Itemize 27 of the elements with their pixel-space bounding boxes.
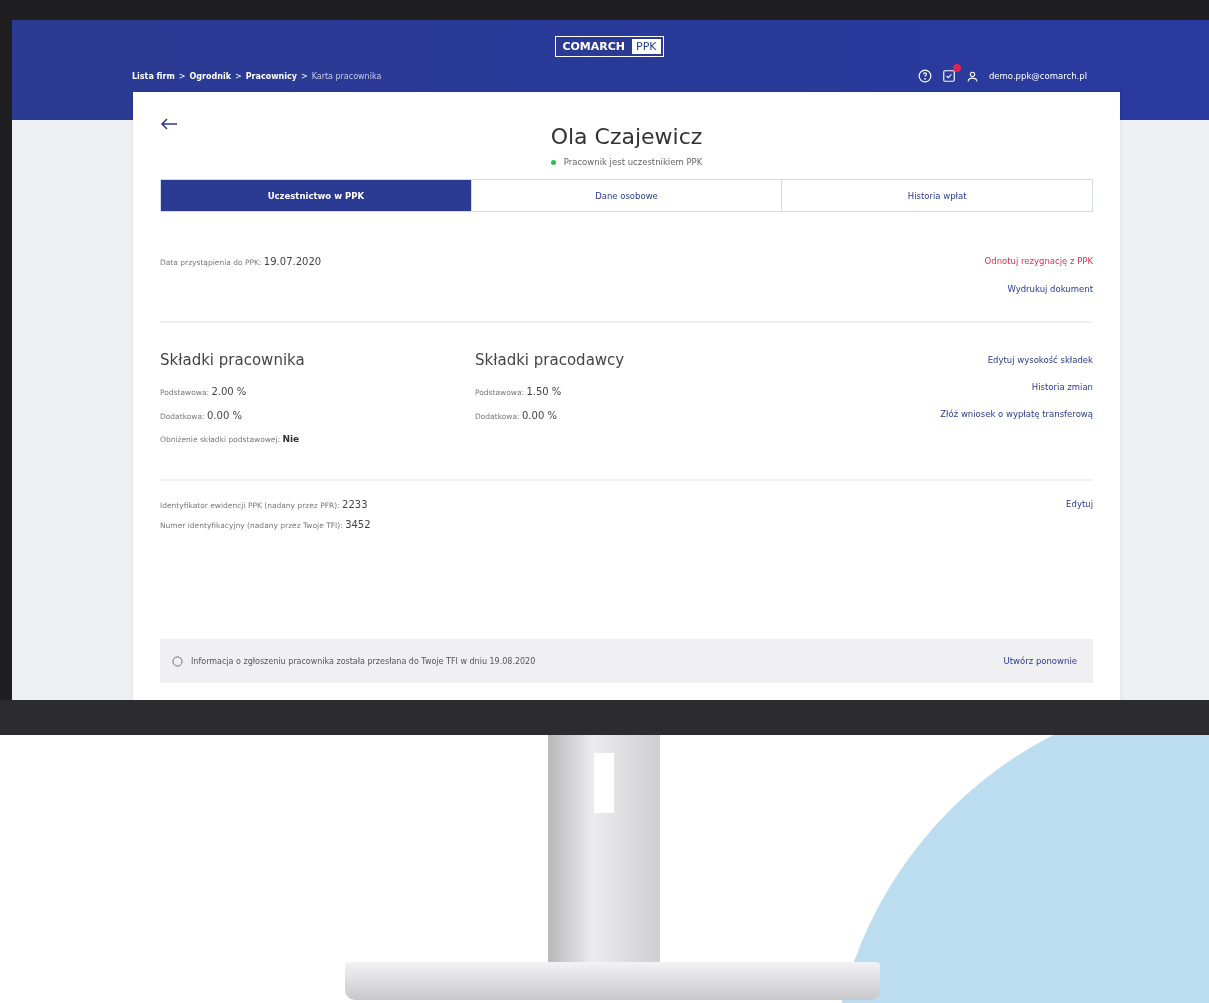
action-link[interactable]: Złóż wniosek o wypłatę transferową — [940, 409, 1093, 419]
logo-brand: COMARCH — [558, 39, 630, 54]
employee-name: Ola Czajewicz — [550, 124, 703, 149]
breadcrumb-separator: > — [300, 71, 308, 81]
action-link[interactable]: Edytuj wysokość składek — [987, 355, 1093, 365]
section-heading: Składki pracodawcy — [475, 351, 626, 369]
breadcrumb-link[interactable]: Lista firm — [132, 71, 175, 81]
user-email-link[interactable]: demo.ppk@comarch.pl — [988, 71, 1087, 81]
info-icon — [172, 655, 183, 667]
breadcrumb-link[interactable]: Karta pracownika — [311, 71, 382, 81]
logo-product: PPK — [632, 39, 661, 54]
edit-link[interactable]: Edytuj — [1066, 499, 1093, 509]
breadcrumb-separator: > — [235, 71, 242, 81]
breadcrumb-separator: > — [178, 71, 186, 81]
breadcrumb-link[interactable]: Pracownicy — [245, 71, 297, 81]
status-text: Pracownik jest uczestnikiem PPK — [563, 157, 703, 167]
breadcrumb-link[interactable]: Ogrodnik — [189, 71, 231, 81]
tab[interactable]: Uczestnictwo w PPK — [161, 180, 471, 211]
action-link[interactable]: Wydrukuj dokument — [1007, 284, 1093, 294]
section-heading: Składki pracownika — [160, 351, 306, 369]
action-link[interactable]: Historia zmian — [1031, 382, 1093, 392]
info-text: Informacja o zgłoszeniu pracownika została przesłana do Twoje TFI w dniu 19.08.2020 — [191, 656, 536, 666]
help-icon[interactable] — [917, 69, 932, 83]
recreate-link[interactable]: Utwórz ponownie — [1003, 656, 1077, 666]
user-icon[interactable] — [965, 69, 979, 83]
checklist-icon[interactable] — [941, 69, 956, 83]
action-link[interactable]: Odnotuj rezygnację z PPK — [984, 256, 1093, 266]
